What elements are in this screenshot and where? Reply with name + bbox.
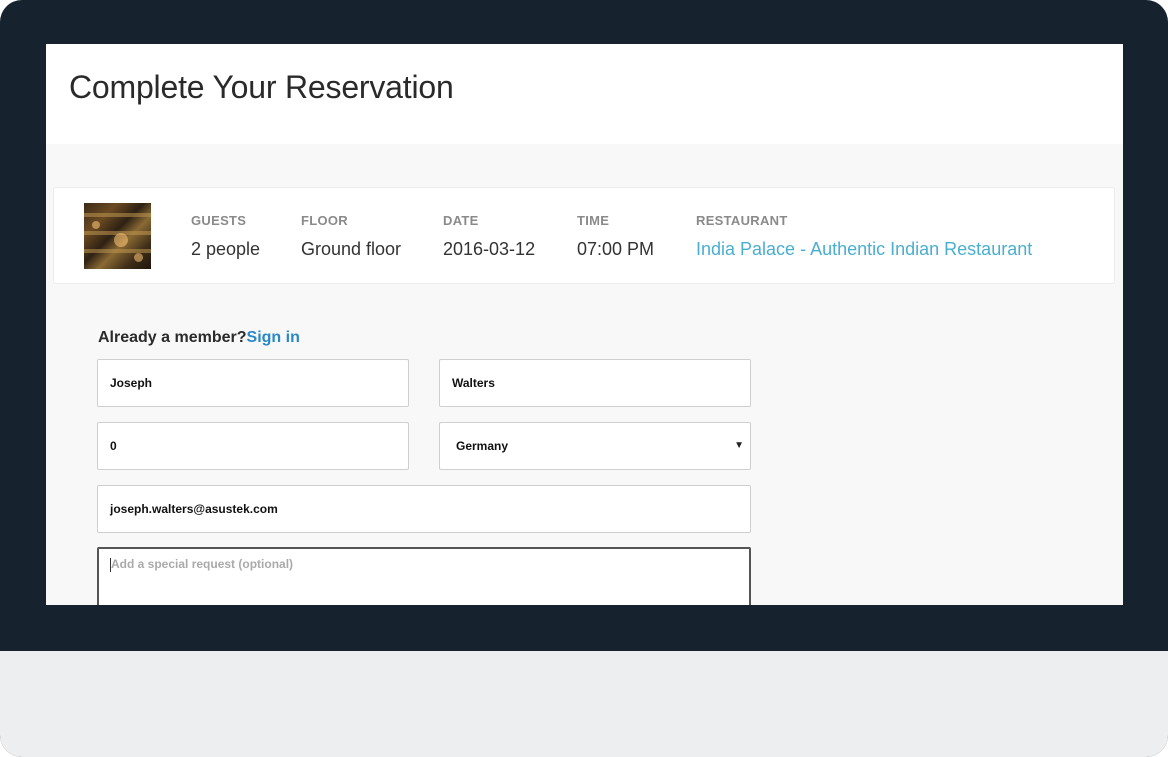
floor-label: FLOOR xyxy=(301,213,348,228)
restaurant-link[interactable]: India Palace - Authentic Indian Restaura… xyxy=(696,239,1032,260)
caret-down-icon: ▼ xyxy=(734,440,744,451)
restaurant-thumbnail xyxy=(84,203,151,269)
restaurant-label: RESTAURANT xyxy=(696,213,788,228)
guests-field: GUESTS 2 people xyxy=(191,213,260,260)
special-request-placeholder: Add a special request (optional) xyxy=(111,557,294,571)
country-select-value: Germany xyxy=(456,439,509,453)
date-value: 2016-03-12 xyxy=(443,239,536,259)
thumb-detail xyxy=(114,233,128,247)
page-title: Complete Your Reservation xyxy=(69,69,454,105)
phone-input[interactable]: 0 xyxy=(97,422,409,470)
date-field: DATE 2016-03-12 xyxy=(443,213,535,260)
thumb-detail xyxy=(92,221,100,229)
page-header: Complete Your Reservation xyxy=(46,44,1123,144)
thumb-detail xyxy=(134,253,143,262)
time-field: TIME 07:00 PM xyxy=(577,213,654,260)
time-value: 07:00 PM xyxy=(577,239,655,259)
thumb-detail xyxy=(84,213,151,217)
browser-screen: Complete Your Reservation GUESTS 2 peopl… xyxy=(46,44,1123,605)
device-frame: Complete Your Reservation GUESTS 2 peopl… xyxy=(0,0,1168,757)
guests-label: GUESTS xyxy=(191,213,247,228)
device-chin xyxy=(0,651,1168,757)
sign-in-link[interactable]: Sign in xyxy=(247,329,300,346)
first-name-input[interactable]: Joseph xyxy=(97,359,409,407)
email-input[interactable]: joseph.walters@asustek.com xyxy=(97,485,751,533)
last-name-input[interactable]: Walters xyxy=(439,359,751,407)
country-select[interactable]: Germany ▼ xyxy=(439,422,751,470)
special-request-textarea[interactable]: Add a special request (optional) xyxy=(97,547,751,605)
time-label: TIME xyxy=(577,213,610,228)
restaurant-field: RESTAURANT India Palace - Authentic Indi… xyxy=(696,213,1032,260)
floor-field: FLOOR Ground floor xyxy=(301,213,401,260)
guests-value: 2 people xyxy=(191,239,261,259)
member-prompt: Already a member?Sign in xyxy=(98,329,300,347)
floor-value: Ground floor xyxy=(301,239,402,259)
date-label: DATE xyxy=(443,213,479,228)
thumb-detail xyxy=(84,249,151,253)
reservation-summary-card: GUESTS 2 people FLOOR Ground floor DATE … xyxy=(53,187,1115,284)
member-prompt-text: Already a member? xyxy=(98,329,247,346)
